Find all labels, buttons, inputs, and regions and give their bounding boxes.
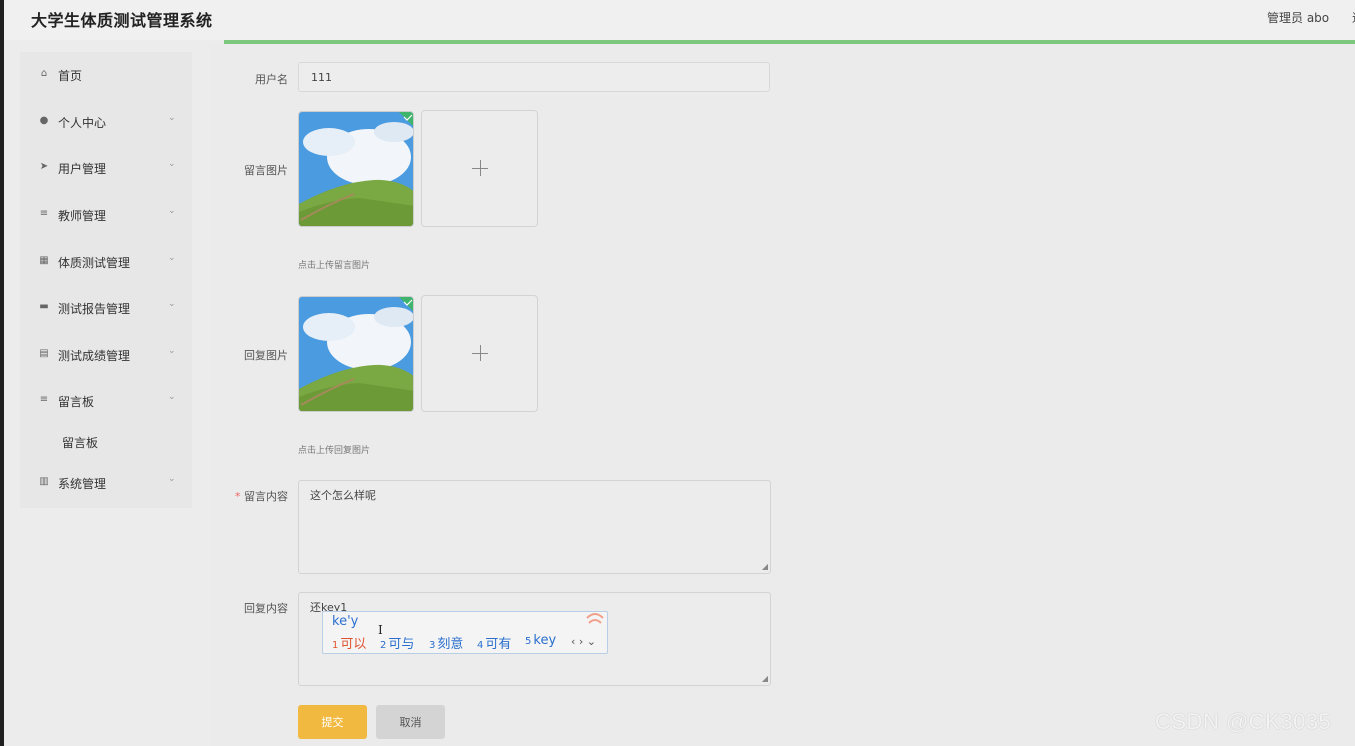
- candidate-text: 可以: [340, 637, 367, 652]
- sidebar-item-test-scores[interactable]: ▤ 测试成绩管理 ⌄: [20, 334, 192, 374]
- document-icon: ▤: [39, 348, 49, 359]
- sidebar-item-test-reports[interactable]: ▬ 测试报告管理 ⌄: [20, 287, 192, 327]
- message-content-label-text: 留言内容: [244, 490, 288, 503]
- required-marker: *: [235, 490, 241, 503]
- ime-candidate-3[interactable]: 3 刻意: [429, 633, 463, 652]
- ime-candidate-5[interactable]: 5 key: [525, 633, 556, 648]
- reply-image-label: 回复图片: [244, 349, 288, 362]
- message-content-label: * 留言内容: [208, 488, 288, 504]
- candidate-number: 5: [525, 636, 532, 647]
- candidate-number: 1: [332, 640, 339, 651]
- text-cursor-icon: I: [378, 623, 383, 637]
- sidebar-item-label: 首页: [58, 69, 83, 83]
- username-value: 111: [311, 71, 332, 84]
- chevron-down-icon: ⌄: [168, 474, 176, 484]
- user-menu[interactable]: 管理员 abo: [1267, 9, 1329, 26]
- sidebar-item-label: 测试成绩管理: [58, 349, 131, 363]
- ime-page-nav[interactable]: ‹ › ⌄: [571, 635, 596, 648]
- message-image-thumbnail[interactable]: [298, 111, 414, 227]
- sidebar-item-home[interactable]: ⌂ 首页: [20, 54, 192, 94]
- ime-candidate-4[interactable]: 4 可有: [477, 633, 511, 652]
- message-image-label: 留言图片: [244, 164, 288, 177]
- sidebar-item-label: 个人中心: [58, 116, 107, 130]
- sidebar-item-system[interactable]: ▥ 系统管理 ⌄: [20, 462, 192, 502]
- sidebar-item-users[interactable]: ➤ 用户管理 ⌄: [20, 147, 192, 187]
- sidebar-item-label: 留言板: [58, 395, 95, 409]
- sidebar-item-profile[interactable]: ● 个人中心 ⌄: [20, 101, 192, 141]
- resize-handle-icon[interactable]: ◢: [762, 675, 768, 683]
- ime-candidate-popup: ke'y 1 可以 2 可与 3 刻意 4 可有 5 key ‹ › ⌄: [322, 611, 608, 654]
- plus-icon-stroke: [480, 345, 481, 361]
- chevron-down-icon: ⌄: [168, 206, 176, 216]
- chevron-down-icon: ⌄: [168, 159, 176, 169]
- landscape-image: [299, 112, 413, 226]
- landscape-image: [299, 297, 413, 411]
- resize-handle-icon[interactable]: ◢: [762, 563, 768, 571]
- send-icon: ➤: [39, 161, 49, 172]
- chevron-down-icon: ⌄: [168, 392, 176, 402]
- sidebar-item-label: 教师管理: [58, 209, 107, 223]
- grid-icon: ▦: [39, 255, 49, 266]
- list-icon: ≡: [39, 394, 49, 405]
- ime-candidate-1[interactable]: 1 可以: [332, 633, 366, 652]
- sidebar-subitem-message-board[interactable]: 留言板: [62, 434, 98, 451]
- sidebar-item-message-board[interactable]: ≡ 留言板 ⌄: [20, 380, 192, 420]
- sidebar: ⌂ 首页 ● 个人中心 ⌄ ➤ 用户管理 ⌄ ≡ 教师管理 ⌄ ▦ 体质测试管理…: [20, 52, 192, 508]
- sidebar-item-label: 测试报告管理: [58, 302, 131, 316]
- home-icon: ⌂: [40, 68, 48, 79]
- chevron-down-icon: ⌄: [168, 346, 176, 356]
- reply-image-hint: 点击上传回复图片: [298, 446, 371, 456]
- app-title: 大学生体质测试管理系统: [31, 11, 213, 30]
- ime-candidate-2[interactable]: 2 可与: [380, 633, 414, 652]
- message-image-upload-button[interactable]: [421, 110, 538, 227]
- username-field[interactable]: 111: [298, 62, 770, 92]
- submit-button[interactable]: 提交: [298, 705, 367, 739]
- message-image-hint: 点击上传留言图片: [298, 261, 371, 271]
- plus-icon-stroke: [480, 160, 481, 176]
- reply-image-thumbnail[interactable]: [298, 296, 414, 412]
- sidebar-item-label: 用户管理: [58, 162, 107, 176]
- chevron-down-icon: ⌄: [168, 299, 176, 309]
- sidebar-item-teachers[interactable]: ≡ 教师管理 ⌄: [20, 194, 192, 234]
- ime-logo-icon: [586, 613, 604, 624]
- chevron-down-icon: ⌄: [168, 253, 176, 263]
- message-content-value: 这个怎么样呢: [310, 489, 376, 502]
- watermark: CSDN @CK3035: [1155, 709, 1332, 734]
- user-icon: ●: [39, 115, 49, 126]
- cancel-button[interactable]: 取消: [376, 705, 445, 739]
- message-content-textarea[interactable]: 这个怎么样呢 ◢: [298, 480, 771, 574]
- username-label: 用户名: [255, 73, 288, 86]
- candidate-text: 刻意: [437, 637, 464, 652]
- candidate-number: 3: [429, 640, 436, 651]
- sidebar-item-label: 系统管理: [58, 477, 107, 491]
- sidebar-item-fitness-tests[interactable]: ▦ 体质测试管理 ⌄: [20, 241, 192, 281]
- monitor-icon: ▬: [39, 301, 49, 312]
- chart-icon: ▥: [39, 476, 49, 487]
- candidate-number: 4: [477, 640, 484, 651]
- candidate-text: 可有: [485, 637, 512, 652]
- top-header: 大学生体质测试管理系统 管理员 abo 退: [4, 0, 1355, 40]
- candidate-text: key: [533, 633, 557, 648]
- ime-composition: ke'y: [332, 614, 359, 629]
- list-icon: ≡: [39, 208, 49, 219]
- candidate-number: 2: [380, 640, 387, 651]
- candidate-text: 可与: [388, 637, 415, 652]
- chevron-down-icon: ⌄: [168, 113, 176, 123]
- reply-image-upload-button[interactable]: [421, 295, 538, 412]
- sidebar-item-label: 体质测试管理: [58, 256, 131, 270]
- window-edge: [0, 0, 4, 746]
- reply-content-label: 回复内容: [244, 602, 288, 615]
